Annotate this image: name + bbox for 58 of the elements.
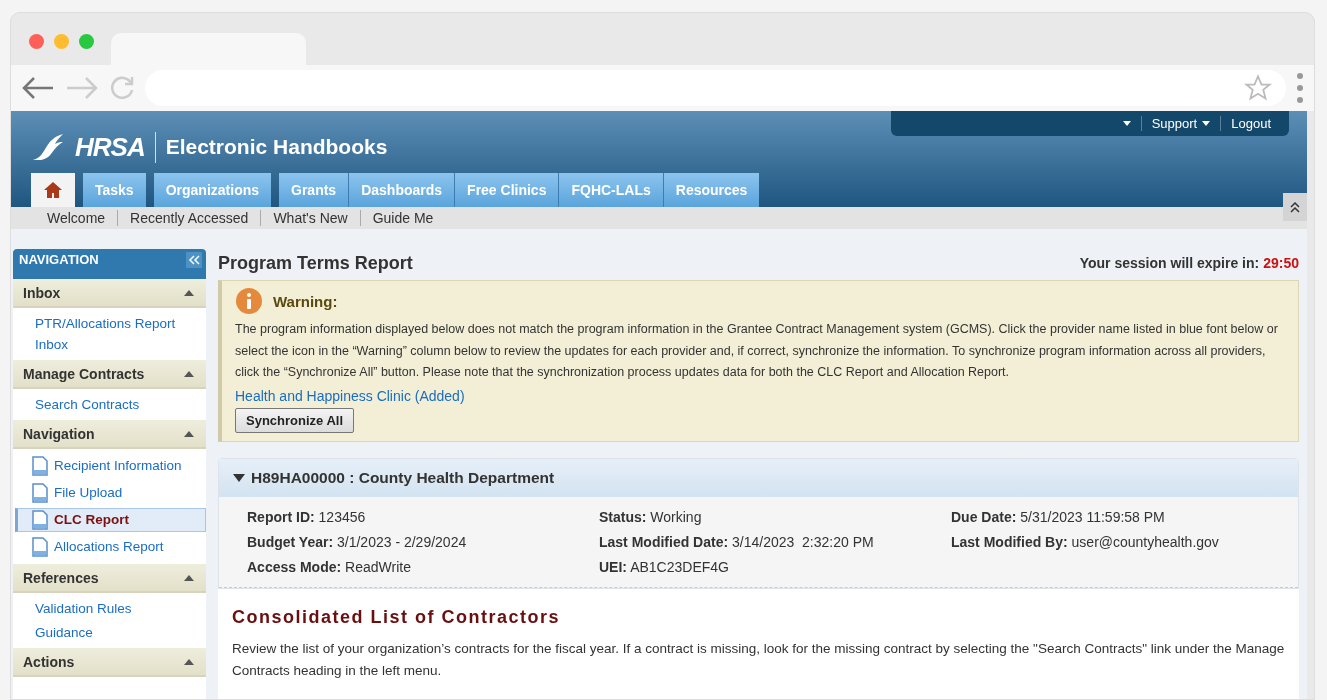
logo-text: HRSA	[75, 131, 156, 163]
document-icon	[32, 537, 48, 557]
report-field: Access Mode: ReadWrite	[247, 558, 599, 575]
sidebar-page-item[interactable]: Recipient Information	[15, 454, 206, 478]
minimize-window-button[interactable]	[54, 34, 69, 49]
session-timer: 29:50	[1263, 255, 1299, 271]
more-options-icon[interactable]	[1296, 71, 1304, 105]
sidebar-section-header[interactable]: Manage Contracts	[13, 360, 206, 389]
double-chevron-up-icon	[1290, 201, 1300, 213]
sidebar-section-header[interactable]: References	[13, 564, 206, 593]
collapse-sidebar-icon[interactable]	[186, 252, 202, 268]
app-title: Electronic Handbooks	[165, 135, 388, 159]
document-icon	[32, 483, 48, 503]
support-menu[interactable]: Support	[1140, 116, 1221, 131]
session-label: Your session will expire in:	[1079, 255, 1260, 271]
sidebar-page-item[interactable]: Allocations Report	[15, 535, 206, 559]
subnav-link[interactable]: Guide Me	[359, 210, 446, 226]
warning-title: Warning:	[273, 292, 338, 310]
info-icon	[235, 287, 263, 315]
report-field: Budget Year: 3/1/2023 - 2/29/2024	[247, 533, 599, 550]
maximize-window-button[interactable]	[79, 34, 94, 49]
home-icon	[43, 181, 63, 199]
report-field: UEI: AB1C23DEF4G	[599, 558, 951, 575]
page-title: Program Terms Report	[218, 252, 413, 274]
sidebar-section-header[interactable]: Inbox	[13, 279, 206, 308]
sidebar-title: NAVIGATION	[19, 252, 99, 267]
sidebar-link[interactable]: Validation Rules	[13, 598, 206, 619]
sidebar-section-header[interactable]: Navigation	[13, 420, 206, 449]
subnav-link[interactable]: Welcome	[35, 210, 118, 226]
subnav-link[interactable]: What's New	[260, 210, 360, 226]
report-field: Report ID: 123456	[247, 508, 599, 525]
collapse-header-button[interactable]	[1283, 193, 1307, 221]
sidebar-section-header[interactable]: Actions	[13, 648, 206, 677]
sidebar-page-item[interactable]: File Upload	[15, 481, 206, 505]
section-description: Review the list of your organization’s contracts for the fiscal year. If a contract is missing, look for the missing contract by selecting the "Search Contracts" link under the Manage Contracts heading in the left menu.	[232, 639, 1285, 680]
document-icon	[32, 510, 48, 530]
report-field: Due Date: 5/31/2023 11:59:58 PM	[951, 508, 1298, 525]
report-header[interactable]: H89HA00000 : County Health Department	[219, 458, 1298, 497]
report-field: Last Modified By: user@countyhealth.gov	[951, 533, 1298, 550]
sidebar-link[interactable]: PTR/Allocations Report Inbox	[13, 313, 206, 355]
close-window-button[interactable]	[29, 34, 44, 49]
report-field: Status: Working	[599, 508, 951, 525]
forward-arrow-icon[interactable]	[65, 76, 99, 100]
back-arrow-icon[interactable]	[21, 76, 55, 100]
sidebar-link[interactable]: Search Contracts	[13, 394, 206, 415]
provider-link[interactable]: Health and Happiness Clinic (Added)	[235, 387, 465, 404]
report-field: Last Modified Date: 3/14/2023 2:32:20 PM	[599, 533, 951, 550]
subnav-link[interactable]: Recently Accessed	[117, 210, 261, 226]
star-icon[interactable]	[1244, 74, 1272, 102]
sidebar-link[interactable]: Guidance	[13, 622, 206, 643]
home-tab[interactable]	[31, 173, 75, 207]
section-title: Consolidated List of Contractors	[232, 606, 561, 628]
logout-link[interactable]: Logout	[1220, 116, 1281, 131]
document-icon	[32, 456, 48, 476]
synchronize-all-button[interactable]: Synchronize All	[235, 407, 355, 433]
sidebar-page-item[interactable]: CLC Report	[15, 508, 206, 532]
warning-message: The program information displayed below does not match the program information in the Grantee Contract Management system (GCMS). Click the provider name listed in blue font below or select the icon in the “Warning” column below to review the updates for each provider and, if correct, synchronize the information. To synchronize program information across all providers, click the “Synchronize All” button. Please note that the synchronization process updates data for both the CLC Report and Allocation Report.	[235, 321, 1279, 381]
reload-icon[interactable]	[109, 75, 135, 101]
